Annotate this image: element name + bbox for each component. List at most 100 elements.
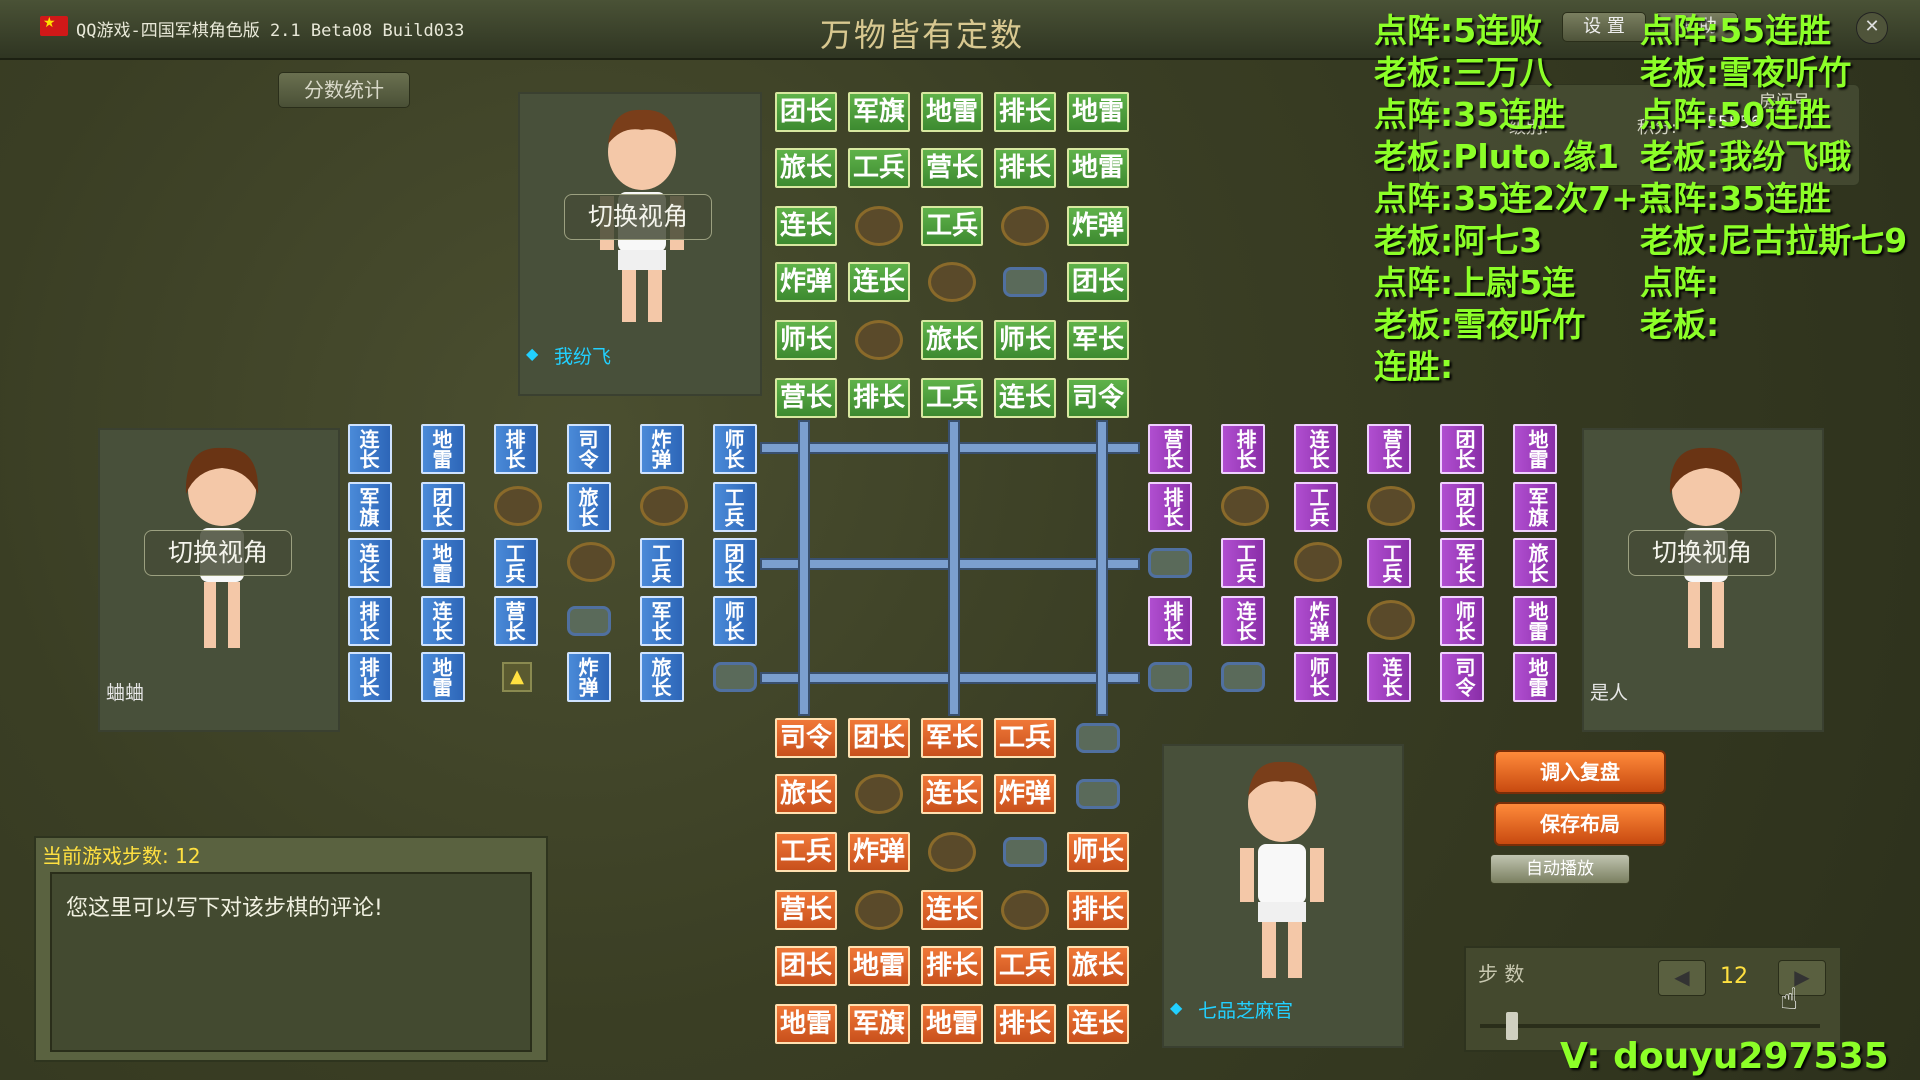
camp-top[interactable] [855,206,903,246]
piece-bottom[interactable]: 连长 [921,774,983,814]
prev-step-button[interactable]: ◀ [1658,960,1706,996]
piece-bottom[interactable]: 旅长 [1067,946,1129,986]
piece-right[interactable]: 团长 [1440,424,1484,474]
piece-bottom[interactable]: 旅长 [775,774,837,814]
piece-bottom[interactable]: 排长 [1067,890,1129,930]
piece-top[interactable]: 团长 [775,92,837,132]
empty-slot[interactable] [1003,267,1047,297]
piece-top[interactable]: 连长 [848,262,910,302]
piece-left[interactable]: 排长 [348,652,392,702]
camp-top[interactable] [1001,206,1049,246]
piece-right[interactable]: 地雷 [1513,596,1557,646]
piece-left[interactable]: 连长 [421,596,465,646]
load-replay-button[interactable]: 调入复盘 [1494,750,1666,794]
piece-top[interactable]: 地雷 [1067,92,1129,132]
comment-input[interactable]: 您这里可以写下对该步棋的评论! [50,872,532,1052]
camp-left[interactable] [640,486,688,526]
piece-left[interactable]: 炸弹 [640,424,684,474]
piece-bottom[interactable]: 团长 [848,718,910,758]
piece-bottom[interactable]: 工兵 [775,832,837,872]
piece-right[interactable]: 团长 [1440,482,1484,532]
piece-right[interactable]: 工兵 [1221,538,1265,588]
piece-top[interactable]: 营长 [921,148,983,188]
piece-bottom[interactable]: 地雷 [921,1004,983,1044]
piece-bottom[interactable]: 司令 [775,718,837,758]
piece-right[interactable]: 营长 [1148,424,1192,474]
piece-left[interactable]: 地雷 [421,424,465,474]
piece-bottom[interactable]: 师长 [1067,832,1129,872]
steps-slider-track[interactable] [1480,1024,1820,1028]
piece-top[interactable]: 地雷 [921,92,983,132]
piece-left[interactable]: 旅长 [567,482,611,532]
piece-top[interactable]: 工兵 [921,378,983,418]
piece-left[interactable]: 工兵 [713,482,757,532]
piece-bottom[interactable]: 工兵 [994,718,1056,758]
camp-right[interactable] [1294,542,1342,582]
piece-right[interactable]: 地雷 [1513,652,1557,702]
piece-right[interactable]: 地雷 [1513,424,1557,474]
camp-bottom[interactable] [855,890,903,930]
piece-bottom[interactable]: 连长 [921,890,983,930]
empty-slot[interactable] [1221,662,1265,692]
piece-right[interactable]: 军长 [1440,538,1484,588]
piece-right[interactable]: 司令 [1440,652,1484,702]
piece-left[interactable]: 排长 [494,424,538,474]
camp-right[interactable] [1221,486,1269,526]
piece-top[interactable]: 团长 [1067,262,1129,302]
piece-left[interactable]: 炸弹 [567,652,611,702]
piece-left[interactable]: 地雷 [421,538,465,588]
piece-top[interactable]: 工兵 [921,206,983,246]
piece-top[interactable]: 连长 [994,378,1056,418]
piece-bottom[interactable]: 炸弹 [848,832,910,872]
piece-top[interactable]: 工兵 [848,148,910,188]
camp-top[interactable] [928,262,976,302]
piece-right[interactable]: 工兵 [1294,482,1338,532]
piece-right[interactable]: 排长 [1221,424,1265,474]
piece-bottom[interactable]: 排长 [994,1004,1056,1044]
camp-right[interactable] [1367,486,1415,526]
piece-right[interactable]: 旅长 [1513,538,1557,588]
piece-bottom[interactable]: 团长 [775,946,837,986]
piece-left[interactable]: 工兵 [494,538,538,588]
camp-left[interactable] [567,542,615,582]
piece-left[interactable]: 工兵 [640,538,684,588]
piece-bottom[interactable]: 排长 [921,946,983,986]
piece-left[interactable]: 军长 [640,596,684,646]
piece-top[interactable]: 军旗 [848,92,910,132]
piece-top[interactable]: 炸弹 [1067,206,1129,246]
empty-slot[interactable] [1148,548,1192,578]
piece-bottom[interactable]: 工兵 [994,946,1056,986]
piece-top[interactable]: 排长 [994,92,1056,132]
save-layout-button[interactable]: 保存布局 [1494,802,1666,846]
camp-bottom[interactable] [928,832,976,872]
piece-left[interactable]: 司令 [567,424,611,474]
piece-left[interactable]: 地雷 [421,652,465,702]
piece-right[interactable]: 排长 [1148,596,1192,646]
piece-right[interactable]: 工兵 [1367,538,1411,588]
piece-top[interactable]: 旅长 [921,320,983,360]
auto-play-button[interactable]: 自动播放 [1490,854,1630,884]
camp-top[interactable] [855,320,903,360]
piece-top[interactable]: 炸弹 [775,262,837,302]
camp-bottom[interactable] [1001,890,1049,930]
piece-left[interactable]: 旅长 [640,652,684,702]
piece-right[interactable]: 营长 [1367,424,1411,474]
empty-slot[interactable] [1076,723,1120,753]
piece-left[interactable]: 连长 [348,538,392,588]
piece-right[interactable]: 炸弹 [1294,596,1338,646]
piece-top[interactable]: 师长 [775,320,837,360]
piece-bottom[interactable]: 地雷 [848,946,910,986]
piece-bottom[interactable]: 连长 [1067,1004,1129,1044]
empty-slot[interactable] [713,662,757,692]
piece-left[interactable]: 师长 [713,596,757,646]
piece-right[interactable]: 师长 [1294,652,1338,702]
piece-left[interactable]: 团长 [421,482,465,532]
piece-top[interactable]: 地雷 [1067,148,1129,188]
piece-right[interactable]: 排长 [1148,482,1192,532]
piece-bottom[interactable]: 炸弹 [994,774,1056,814]
piece-right[interactable]: 师长 [1440,596,1484,646]
piece-left[interactable]: 军旗 [348,482,392,532]
piece-left[interactable]: 师长 [713,424,757,474]
piece-left[interactable]: 团长 [713,538,757,588]
piece-top[interactable]: 师长 [994,320,1056,360]
